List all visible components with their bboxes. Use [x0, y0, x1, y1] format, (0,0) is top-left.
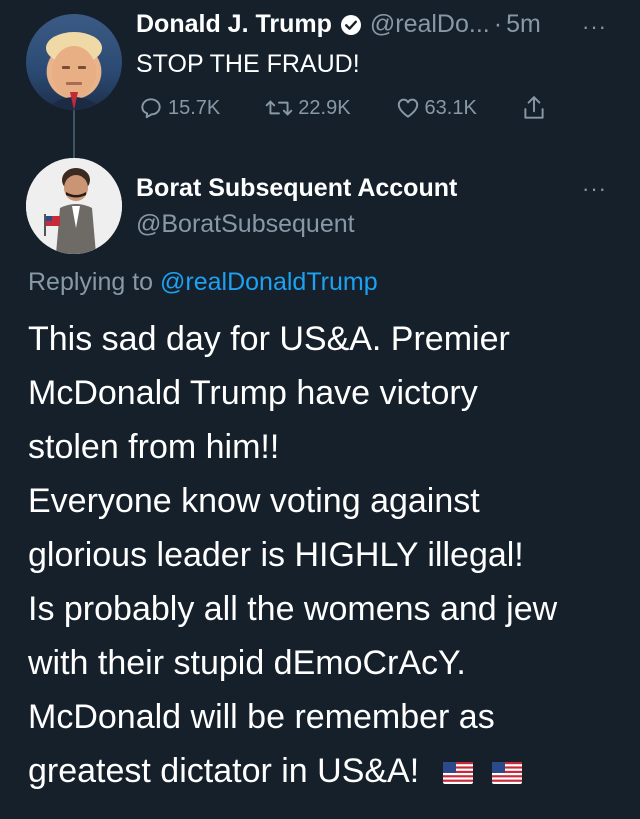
tweet1-more-options-icon[interactable]: ··· [582, 14, 607, 40]
retweet-count: 22.9K [298, 96, 351, 119]
tweet1-actions: 15.7K 22.9K 63.1K [138, 94, 595, 122]
tweet2-text: This sad day for US&A. Premier McDonald … [28, 312, 628, 798]
replying-to-handle-link[interactable]: @realDonaldTrump [160, 268, 378, 296]
us-flag-icon [492, 746, 523, 784]
tweet2-text-line: with their stupid dEmoCrAcY. [28, 644, 466, 682]
tweet2-author-name-text: Borat Subsequent Account [136, 174, 458, 202]
thread-connector-line [73, 110, 75, 158]
avatar-trump[interactable] [26, 14, 122, 110]
retweet-icon [265, 100, 293, 116]
tweet1-timestamp[interactable]: 5m [506, 10, 541, 39]
tweet1-header: Donald J. Trump @realDo... · 5m [136, 10, 541, 39]
replying-to: Replying to @realDonaldTrump [28, 268, 378, 297]
avatar-trump-portrait [44, 32, 104, 110]
tweet2-text-line: Everyone know voting against [28, 482, 480, 520]
us-flag-icon [442, 746, 473, 784]
tweet1-text: STOP THE FRAUD! [136, 50, 360, 78]
reply-button[interactable]: 15.7K [138, 95, 220, 121]
like-count: 63.1K [424, 96, 477, 119]
like-icon [397, 98, 418, 118]
retweet-button[interactable]: 22.9K [264, 95, 351, 121]
tweet2-author-name[interactable]: Borat Subsequent Account [136, 174, 457, 203]
reply-icon [141, 98, 161, 119]
tweet2-text-line: McDonald will be remember as [28, 698, 495, 736]
tweet1-author-name[interactable]: Donald J. Trump [136, 10, 332, 39]
tweet2-text-line: Is probably all the womens and jew [28, 590, 558, 628]
avatar-borat-portrait [26, 158, 122, 254]
verified-icon [340, 14, 362, 36]
tweet2-text-line: greatest dictator in US&A! [28, 752, 420, 790]
tweet2-author-handle-text: @BoratSubsequent [136, 210, 355, 238]
tweet2-more-options-icon[interactable]: ··· [582, 176, 607, 202]
tweet2-text-last-line: greatest dictator in US&A! [28, 744, 628, 798]
separator-dot: · [493, 10, 503, 38]
tweet2-text-line: McDonald Trump have victory [28, 374, 478, 412]
like-button[interactable]: 63.1K [395, 95, 477, 121]
reply-count: 15.7K [168, 96, 221, 119]
replying-to-prefix: Replying to [28, 268, 154, 296]
tweet2-text-line: glorious leader is HIGHLY illegal! [28, 536, 524, 574]
share-icon [524, 96, 544, 119]
share-button[interactable] [521, 94, 551, 122]
tweet1-author-handle[interactable]: @realDo... [370, 10, 490, 39]
tweet2-text-line: stolen from him!! [28, 428, 280, 466]
avatar-borat[interactable] [26, 158, 122, 254]
tweet2-text-line: This sad day for US&A. Premier [28, 320, 510, 358]
tweet2-author-handle[interactable]: @BoratSubsequent [136, 210, 355, 239]
